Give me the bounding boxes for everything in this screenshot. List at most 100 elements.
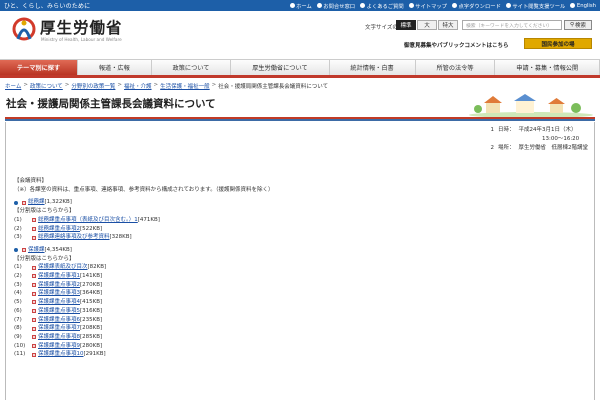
top-bar: ひと、くらし、みらいのために ホーム お問合せ窓口 よくあるご質問 サイトマップ… [0, 0, 600, 11]
item-index: (6) [14, 307, 22, 314]
item-index: (4) [14, 290, 22, 297]
document-list: 【会議資料】 （※）各課室の資料は、重点事項、連絡事項、参考資料から構成されてお… [14, 177, 273, 359]
phone-icon [316, 3, 322, 8]
nav-policy[interactable]: 政策について [152, 60, 232, 75]
site-subtitle: Ministry of Health, Labour and Welfare [41, 37, 122, 42]
document-link[interactable]: 保護課重点事項8 [38, 333, 80, 342]
utility-link-english[interactable]: English [570, 3, 596, 9]
document-link[interactable]: 保護課重点事項7 [38, 324, 80, 333]
search-input[interactable]: 検索（キーワードを入力してください） [462, 20, 562, 30]
list-item: (6) 保護課重点事項5 [316KB] [14, 307, 273, 316]
pdf-icon [32, 300, 36, 305]
utility-link-contact[interactable]: お問合せ窓口 [316, 2, 355, 10]
font-size-xlarge-button[interactable]: 特大 [438, 20, 458, 30]
file-size: [208KB] [80, 325, 103, 332]
file-size: [415KB] [80, 299, 103, 306]
breadcrumb: ホーム > 政策について > 分野別の政策一覧 > 福祉・介護 > 生活保護・福祉一般 >… [5, 82, 328, 90]
kokumin-button[interactable]: 国民参加の場 [524, 38, 592, 49]
utility-nav: ホーム お問合せ窓口 よくあるご質問 サイトマップ 点字ダウンロード サイト閲覧… [289, 2, 596, 10]
nav-press[interactable]: 報道・広報 [78, 60, 152, 75]
meeting-place-value: 厚生労働省 低層棟2階講堂 [518, 145, 588, 151]
download-icon [451, 3, 457, 8]
pdf-icon [32, 226, 36, 231]
breadcrumb-policy-list[interactable]: 分野別の政策一覧 [71, 82, 115, 90]
document-link[interactable]: 総務課重点事項2 [38, 225, 80, 234]
document-link[interactable]: 保護課重点事項5 [38, 307, 80, 316]
section-label: 【会議資料】 [14, 178, 48, 184]
document-link[interactable]: 総務課 [28, 198, 45, 207]
document-link[interactable]: 保護課 [28, 246, 45, 255]
document-link[interactable]: 保護課重点事項2 [38, 281, 80, 290]
list-item: (7) 保護課重点事項6 [235KB] [14, 316, 273, 325]
breadcrumb-separator: > [117, 82, 123, 88]
global-nav: テーマ別に探す 報道・広報 政策について 厚生労働省について 統計情報・白書 所… [0, 59, 600, 78]
meeting-place-label: 場所： [497, 145, 515, 151]
list-item: (1) 保護課表紙及び目次 [82KB] [14, 263, 273, 272]
item-index: (11) [14, 351, 26, 358]
document-link[interactable]: 保護課重点事項4 [38, 298, 80, 307]
meeting-place-row: 2 場所： 厚生労働省 低層棟2階講堂 [488, 144, 588, 153]
utility-link-home[interactable]: ホーム [289, 2, 312, 10]
pdf-icon [32, 335, 36, 340]
main-content: 1 日時： 平成24年3月1日（木） 13:00～16:20 2 場所： 厚生労… [5, 122, 595, 400]
document-link[interactable]: 総務課連絡事項及び参考資料 [38, 233, 110, 242]
split-label: 【分割版はこちらから】 [14, 255, 75, 262]
file-size: [328KB] [109, 234, 132, 241]
utility-link-sitemap[interactable]: サイトマップ [408, 2, 447, 10]
item-index: (1) [14, 264, 22, 271]
nav-theme[interactable]: テーマ別に探す [0, 60, 78, 75]
home-icon [289, 3, 295, 8]
pdf-icon [32, 283, 36, 288]
utility-link-faq[interactable]: よくあるご質問 [360, 2, 404, 10]
list-item: (4) 保護課重点事項3 [364KB] [14, 289, 273, 298]
search-button[interactable]: ⚲ 検索 [564, 20, 592, 30]
pdf-icon [32, 352, 36, 357]
document-link[interactable]: 総務課重点事項（表紙及び目次含む。）1 [38, 216, 138, 225]
list-item: (10) 保護課重点事項9 [280KB] [14, 342, 273, 351]
pdf-icon [32, 218, 36, 223]
document-link[interactable]: 保護課重点事項1 [38, 272, 80, 281]
hogoka-sublist: (1) 保護課表紙及び目次 [82KB] (2) 保護課重点事項1 [141KB] (3) 保… [14, 263, 273, 359]
list-item-somuka: 総務課 [1,322KB] [14, 198, 273, 207]
breadcrumb-welfare[interactable]: 福祉・介護 [124, 82, 152, 90]
item-index: (3) [14, 234, 22, 241]
somuka-sublist: (1) 総務課重点事項（表紙及び目次含む。）1 [471KB] (2) 総務課重点事項2… [14, 216, 273, 242]
document-link[interactable]: 保護課重点事項9 [38, 342, 80, 351]
nav-laws[interactable]: 所管の法令等 [416, 60, 496, 75]
meeting-date-label: 日時： [497, 127, 515, 133]
opinion-link[interactable]: 御意見募集やパブリックコメントはこちら [404, 41, 509, 49]
breadcrumb-separator: > [153, 82, 159, 88]
breadcrumb-livelihood[interactable]: 生活保護・福祉一般 [160, 82, 210, 90]
document-link[interactable]: 保護課表紙及び目次 [38, 263, 88, 272]
item-index: (2) [14, 225, 22, 232]
item-index: (9) [14, 333, 22, 340]
bullet-icon [14, 248, 18, 253]
document-link[interactable]: 保護課重点事項10 [38, 350, 84, 359]
list-item: (9) 保護課重点事項8 [285KB] [14, 333, 273, 342]
item-index: (2) [14, 273, 22, 280]
globe-icon [570, 3, 576, 8]
bullet-icon [14, 200, 18, 205]
item-index: (1) [14, 216, 22, 223]
utility-link-braille[interactable]: 点字ダウンロード [451, 2, 501, 10]
breadcrumb-home[interactable]: ホーム [5, 82, 21, 90]
list-item: (2) 保護課重点事項1 [141KB] [14, 272, 273, 281]
font-size-standard-button[interactable]: 標準 [396, 20, 416, 30]
file-size: [471KB] [137, 216, 160, 223]
nav-applications[interactable]: 申請・募集・情報公開 [495, 60, 600, 75]
item-index: (8) [14, 325, 22, 332]
list-item: (3) 総務課連絡事項及び参考資料 [328KB] [14, 233, 273, 242]
font-size-large-button[interactable]: 大 [417, 20, 437, 30]
document-link[interactable]: 保護課重点事項6 [38, 316, 80, 325]
nav-about[interactable]: 厚生労働省について [231, 60, 330, 75]
breadcrumb-policy[interactable]: 政策について [30, 82, 63, 90]
ministry-logo-icon[interactable] [12, 17, 36, 45]
list-item: (8) 保護課重点事項7 [208KB] [14, 324, 273, 333]
utility-link-accessibility[interactable]: サイト閲覧支援ツール [505, 2, 565, 10]
site-title[interactable]: 厚生労働省 [40, 16, 123, 38]
list-item: (11) 保護課重点事項10 [291KB] [14, 350, 273, 359]
nav-statistics[interactable]: 統計情報・白書 [330, 60, 416, 75]
section-note: （※）各課室の資料は、重点事項、連絡事項、参考資料から構成されております。（援護… [14, 186, 274, 193]
houses-illustration-icon [469, 94, 593, 117]
document-link[interactable]: 保護課重点事項3 [38, 289, 80, 298]
